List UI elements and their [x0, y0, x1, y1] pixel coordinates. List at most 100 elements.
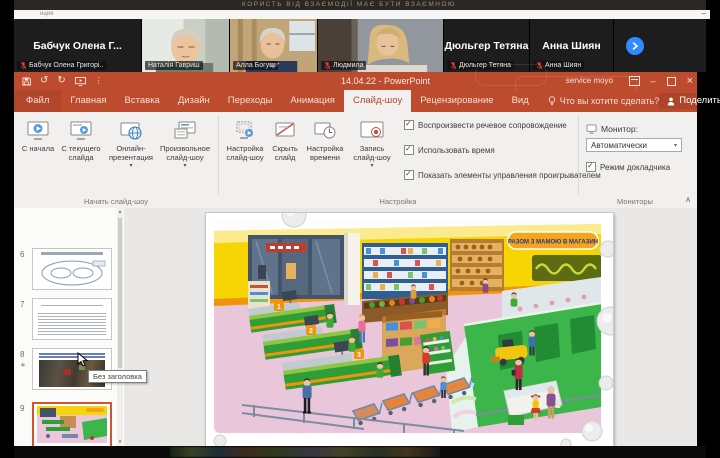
- group-separator: [578, 116, 579, 194]
- titlebar: ↺ ↻ ⋮ 14.04.22 - PowerPoint service moyo…: [14, 64, 697, 104]
- participant-name: Дюльгер Тетяна: [444, 39, 529, 52]
- participant-tile[interactable]: Анна Шиян Анна Шиян: [530, 19, 614, 72]
- record-slideshow-icon: [360, 121, 384, 138]
- tooltip: Без заголовка: [88, 370, 147, 383]
- scroll-up-icon[interactable]: ▴: [117, 209, 123, 215]
- checkout-number-3: 3: [357, 352, 361, 359]
- participant-label: Бабчук Олена Григорі..: [17, 61, 107, 70]
- slide-thumbnail-6[interactable]: [32, 248, 112, 290]
- titlebar-decoration: [475, 64, 547, 86]
- mic-muted-icon: [20, 61, 27, 70]
- setup-slideshow-icon: [236, 121, 253, 139]
- setup-slideshow-button[interactable]: Настройка слайд-шоу: [224, 116, 266, 192]
- background-bottom-fragment: [14, 446, 706, 458]
- participant-name: Бабчук Олена Г...: [33, 39, 122, 52]
- dropdown-arrow: ▾: [183, 163, 187, 170]
- present-online-button[interactable]: Онлайн-презентация ▾: [106, 116, 156, 192]
- ribbon: С начала С текущего слайда Онлайн-презен…: [14, 112, 697, 209]
- slide-thumbnail-7[interactable]: [32, 298, 112, 340]
- dropdown-arrow: ▾: [370, 163, 374, 170]
- slide-thumbnail-panel: 6 7 8 ∗ 9 ▴ ▾: [14, 208, 125, 458]
- monitor-label: Монитор:: [601, 124, 638, 134]
- scroll-down-icon[interactable]: ▾: [117, 439, 123, 445]
- checkbox-play-narrations[interactable]: Воспроизвести речевое сопровождение: [404, 119, 567, 130]
- group-label-start-slideshow: Начать слайд-шоу: [84, 197, 148, 206]
- share-button[interactable]: Поделиться: [659, 93, 720, 109]
- monitor-icon: [586, 124, 597, 134]
- participant-tile[interactable]: Людмила: [318, 19, 444, 72]
- slide-editing-canvas[interactable]: 1 2 3 РАЗОМ З МАМОЮ В МАГАЗИН: [124, 208, 697, 449]
- minimize-button[interactable]: –: [651, 72, 656, 90]
- participant-strip-end: [614, 19, 706, 72]
- slide[interactable]: 1 2 3 РАЗОМ З МАМОЮ В МАГАЗИН: [205, 212, 614, 449]
- checkbox-presenter-view[interactable]: Режим докладчика: [586, 161, 670, 172]
- customize-qat-icon[interactable]: ⋮: [95, 76, 103, 86]
- close-button[interactable]: ×: [687, 72, 693, 90]
- rehearse-timings-button[interactable]: Настройка времени: [304, 116, 346, 192]
- slide-thumbnail-9-selected[interactable]: [32, 402, 112, 448]
- next-participants-button[interactable]: [626, 36, 644, 55]
- supermarket-illustration: 1 2 3 РАЗОМ З МАМОЮ В МАГАЗИН: [214, 219, 601, 433]
- ribbon-tab-bar: Файл Главная Вставка Дизайн Переходы Ани…: [14, 90, 720, 112]
- transition-indicator-icon: ∗: [20, 362, 26, 369]
- background-window-fragment: КОРИСТЬ ВІД ВЗАЄМОДІЇ МАЄ БУТИ ВЗАЄМНОЮ: [14, 0, 706, 10]
- from-beginning-button[interactable]: С начала: [20, 116, 56, 192]
- chevron-right-icon: [632, 41, 639, 50]
- ribbon-display-options-icon[interactable]: [628, 76, 640, 86]
- participant-label: Людмила: [321, 61, 367, 70]
- undo-icon[interactable]: ↺: [40, 76, 48, 86]
- checkbox-use-timings[interactable]: Использовать время: [404, 144, 495, 155]
- tell-me-box[interactable]: Что вы хотите сделать?: [538, 90, 659, 112]
- group-label-setup: Настройка: [379, 197, 417, 206]
- tab-transitions[interactable]: Переходы: [219, 90, 282, 112]
- participant-tile[interactable]: Наталія Гавриш: [142, 19, 230, 72]
- tab-animations[interactable]: Анимация: [281, 90, 344, 112]
- tab-slideshow[interactable]: Слайд-шоу: [343, 90, 412, 112]
- slideshow-from-current-icon: [70, 121, 92, 140]
- mini-titlebar: нция –: [14, 9, 710, 19]
- participant-tile[interactable]: Бабчук Олена Г... Бабчук Олена Григорі..: [14, 19, 142, 72]
- checkout-number-1: 1: [277, 304, 281, 311]
- window-title: 14.04.22 - PowerPoint: [340, 76, 431, 86]
- group-separator: [218, 116, 219, 194]
- thumbnail-number: 6: [20, 250, 25, 259]
- checkbox-icon: [404, 119, 414, 130]
- checkbox-icon: [404, 169, 414, 180]
- scrollbar-thumb[interactable]: [118, 218, 122, 368]
- window-controls: – ×: [628, 72, 693, 90]
- tab-view[interactable]: Вид: [503, 90, 538, 112]
- screen: КОРИСТЬ ВІД ВЗАЄМОДІЇ МАЄ БУТИ ВЗАЄМНОЮ …: [0, 0, 720, 458]
- mic-muted-icon: [450, 61, 457, 70]
- tab-home[interactable]: Главная: [61, 90, 115, 112]
- powerpoint-window: ↺ ↻ ⋮ 14.04.22 - PowerPoint service moyo…: [14, 64, 720, 458]
- checkbox-show-media-controls[interactable]: Показать элементы управления проигрывате…: [404, 169, 601, 180]
- slide-banner-text: РАЗОМ З МАМОЮ В МАГАЗИН: [508, 240, 598, 246]
- save-icon[interactable]: [22, 76, 31, 86]
- watermark-text: service moyo: [565, 76, 613, 85]
- checkbox-icon: [404, 144, 414, 155]
- redo-icon[interactable]: ↻: [57, 76, 65, 86]
- start-slideshow-icon[interactable]: [74, 76, 86, 86]
- thumbnail-diagram: [33, 249, 111, 289]
- supermarket-scene: 1 2 3 РАЗОМ З МАМОЮ В МАГАЗИН: [214, 219, 601, 433]
- from-current-slide-button[interactable]: С текущего слайда: [58, 116, 104, 192]
- record-slideshow-button[interactable]: Запись слайд-шоу ▾: [348, 116, 396, 192]
- rehearse-timings-icon: [314, 122, 336, 139]
- thumbnail-scrollbar[interactable]: ▴ ▾: [117, 208, 123, 446]
- participant-label: Наталія Гавриш: [145, 61, 203, 70]
- thumbnail-market: [34, 404, 110, 446]
- collapse-ribbon-icon[interactable]: ∧: [685, 195, 691, 204]
- tab-file[interactable]: Файл: [14, 90, 62, 112]
- tab-design[interactable]: Дизайн: [169, 90, 219, 112]
- custom-slideshow-button[interactable]: Произвольное слайд-шоу ▾: [158, 116, 212, 192]
- slide-thumbnail-8[interactable]: [32, 348, 112, 390]
- restore-button[interactable]: [666, 76, 676, 86]
- tab-insert[interactable]: Вставка: [116, 90, 169, 112]
- mic-muted-icon: [324, 61, 331, 70]
- thumbnail-number: 7: [20, 300, 25, 309]
- hide-slide-button[interactable]: Скрыть слайд: [268, 116, 302, 192]
- tab-review[interactable]: Рецензирование: [411, 90, 502, 112]
- participant-tile[interactable]: Алла Богуш: [230, 19, 318, 72]
- mini-minimize-button[interactable]: –: [702, 9, 706, 18]
- monitor-dropdown[interactable]: Автоматически ▾: [586, 138, 682, 152]
